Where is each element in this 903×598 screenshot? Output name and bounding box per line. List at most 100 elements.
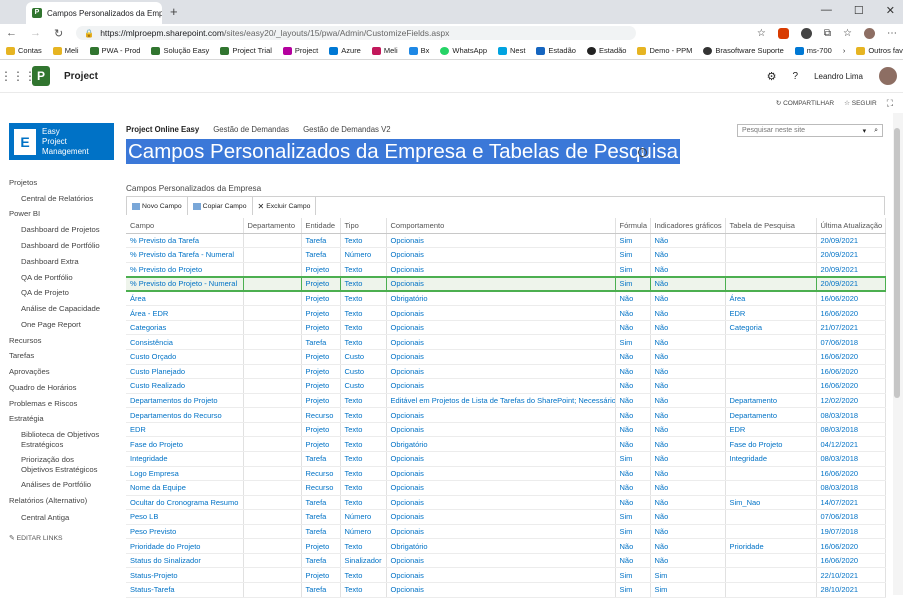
- browser-tab[interactable]: P Campos Personalizados da Empr ✕: [26, 2, 162, 24]
- bookmark-item[interactable]: PWA - Prod: [89, 46, 140, 55]
- new-tab-icon[interactable]: +: [170, 4, 178, 19]
- edit-links-button[interactable]: ✎ EDITAR LINKS: [9, 534, 63, 542]
- field-name-link[interactable]: Custo Planejado: [126, 364, 244, 380]
- field-name-link[interactable]: % Previsto da Tarefa: [126, 233, 244, 249]
- table-row[interactable]: Status-Projeto Projeto Texto Opcionais Sim Si…: [126, 567, 886, 583]
- table-row[interactable]: Status do Sinalizador Tarefa Sinalizador Op…: [126, 553, 886, 569]
- favorite-star-icon[interactable]: ☆: [757, 28, 766, 39]
- copy-field-button[interactable]: Copiar Campo: [188, 197, 253, 215]
- table-row[interactable]: Peso LB Tarefa Número Opcionais Sim Não 07/06/…: [126, 509, 886, 525]
- field-name-link[interactable]: Status do Sinalizador: [126, 553, 244, 569]
- table-row[interactable]: Prioridade do Projeto Projeto Texto Obrigat…: [126, 538, 886, 554]
- site-search-input[interactable]: Pesquisar neste site ▾ ⌕: [737, 124, 883, 137]
- field-name-link[interactable]: Departamentos do Projeto: [126, 393, 244, 409]
- search-icon[interactable]: ⌕: [874, 127, 878, 134]
- nav-item[interactable]: Problemas e Riscos: [9, 399, 77, 408]
- field-name-link[interactable]: Consistência: [126, 334, 244, 350]
- office-extension-icon[interactable]: [777, 27, 789, 39]
- table-row[interactable]: % Previsto da Tarefa - Numeral Tarefa Núme…: [126, 247, 886, 263]
- favorites-icon[interactable]: ☆: [843, 28, 852, 39]
- table-row[interactable]: Fase do Projeto Projeto Texto Obrigatório Nã…: [126, 436, 886, 452]
- column-header[interactable]: Entidade: [301, 218, 341, 234]
- url-field[interactable]: 🔒 https://mlproepm.sharepoint.com/sites/…: [76, 26, 637, 40]
- page-scrollbar[interactable]: [893, 113, 903, 595]
- field-name-link[interactable]: Integridade: [126, 451, 244, 467]
- bookmark-item[interactable]: Nest: [498, 46, 525, 55]
- topnav-item-gestao-demandas-v2[interactable]: Gestão de Demandas V2: [303, 125, 391, 134]
- info-icon[interactable]: i: [638, 148, 647, 157]
- share-button[interactable]: ↻ COMPARTILHAR: [776, 99, 834, 107]
- app-launcher-icon[interactable]: ⋮⋮⋮: [0, 69, 36, 83]
- field-name-link[interactable]: Logo Empresa: [126, 466, 244, 482]
- field-name-link[interactable]: Categorias: [126, 320, 244, 336]
- nav-item[interactable]: Recursos: [9, 336, 41, 345]
- nav-item[interactable]: Projetos: [9, 178, 37, 187]
- nav-item[interactable]: Central de Relatórios: [21, 194, 93, 203]
- table-row[interactable]: Custo Planejado Projeto Custo Opcionais Não N…: [126, 364, 886, 380]
- bookmark-item[interactable]: Estadão: [586, 46, 626, 55]
- project-logo-icon[interactable]: P: [32, 66, 50, 86]
- refresh-icon[interactable]: ↻: [54, 27, 63, 40]
- column-header[interactable]: Comportamento: [386, 218, 616, 234]
- nav-item[interactable]: Biblioteca de Objetivos Estratégicos: [21, 430, 99, 450]
- nav-item[interactable]: QA de Projeto: [21, 288, 69, 297]
- table-row[interactable]: Departamentos do Projeto Projeto Texto Edit…: [126, 393, 886, 409]
- table-row[interactable]: EDR Projeto Texto Opcionais Não Não EDR 08/03/2…: [126, 422, 886, 438]
- forward-icon[interactable]: →: [30, 27, 41, 39]
- table-row[interactable]: Ocultar do Cronograma Resumo Tarefa Texto O…: [126, 495, 886, 511]
- table-row[interactable]: Integridade Tarefa Texto Opcionais Sim Não Int…: [126, 451, 886, 467]
- site-logo[interactable]: E Easy Project Management: [9, 123, 114, 160]
- bookmark-item[interactable]: ms-700: [794, 46, 832, 55]
- topnav-item-project-online-easy[interactable]: Project Online Easy: [126, 125, 199, 134]
- search-scope-dropdown-icon[interactable]: ▾: [863, 127, 867, 135]
- bookmark-item[interactable]: Azure: [329, 46, 361, 55]
- bookmark-item[interactable]: Brasoftware Suporte: [703, 46, 784, 55]
- minimize-icon[interactable]: —: [821, 4, 832, 17]
- nav-item[interactable]: Análise de Capacidade: [21, 304, 100, 313]
- table-row[interactable]: % Previsto do Projeto - Numeral Projeto Te…: [126, 275, 886, 293]
- nav-item[interactable]: Dashboard de Projetos: [21, 225, 100, 234]
- nav-item[interactable]: Power BI: [9, 209, 40, 218]
- more-icon[interactable]: ⋯: [887, 28, 897, 39]
- nav-item[interactable]: Dashboard de Portfólio: [21, 241, 100, 250]
- settings-gear-icon[interactable]: ⚙: [767, 70, 777, 83]
- field-name-link[interactable]: Fase do Projeto: [126, 436, 244, 452]
- field-name-link[interactable]: Ocultar do Cronograma Resumo: [126, 495, 244, 511]
- follow-button[interactable]: ☆ SEGUIR: [844, 99, 877, 107]
- table-row[interactable]: Logo Empresa Recurso Texto Opcionais Não Não 1…: [126, 466, 886, 482]
- nav-item[interactable]: One Page Report: [21, 320, 81, 329]
- table-row[interactable]: Custo Realizado Projeto Custo Opcionais Não N…: [126, 378, 886, 394]
- table-row[interactable]: Peso Previsto Tarefa Número Opcionais Sim Não…: [126, 524, 886, 540]
- nav-item[interactable]: Priorização dos Objetivos Estratégicos: [21, 455, 97, 475]
- topnav-item-gestao-demandas[interactable]: Gestão de Demandas: [213, 125, 289, 134]
- bookmark-item[interactable]: Bx: [408, 46, 429, 55]
- nav-item[interactable]: Quadro de Horários: [9, 383, 77, 392]
- field-name-link[interactable]: Departamentos do Recurso: [126, 407, 244, 423]
- avatar[interactable]: [879, 67, 897, 85]
- maximize-icon[interactable]: ☐: [854, 4, 864, 17]
- delete-field-button[interactable]: ✕ Excluir Campo: [253, 197, 317, 215]
- close-window-icon[interactable]: ✕: [886, 4, 895, 17]
- user-name[interactable]: Leandro Lima: [814, 72, 863, 81]
- column-header[interactable]: Indicadores gráficos: [650, 218, 726, 234]
- collections-icon[interactable]: ⧉: [824, 28, 831, 39]
- column-header[interactable]: Última Atualização: [816, 218, 886, 234]
- table-row[interactable]: Área - EDR Projeto Texto Opcionais Não Não EDR…: [126, 305, 886, 321]
- nav-item[interactable]: Tarefas: [9, 351, 34, 360]
- nav-item[interactable]: Análises de Portfólio: [21, 480, 91, 489]
- bookmark-item[interactable]: Project: [282, 46, 318, 55]
- bookmark-item[interactable]: Demo - PPM: [637, 46, 692, 55]
- nav-item[interactable]: Estratégia: [9, 414, 44, 423]
- table-row[interactable]: Área Projeto Texto Obrigatório Não Não Área 16/…: [126, 291, 886, 307]
- field-name-link[interactable]: EDR: [126, 422, 244, 438]
- column-header[interactable]: Fórmula: [615, 218, 651, 234]
- nav-item[interactable]: Relatórios (Alternativo): [9, 496, 87, 505]
- table-row[interactable]: % Previsto da Tarefa Tarefa Texto Opcionais…: [126, 233, 886, 249]
- extension-icon[interactable]: [800, 27, 812, 39]
- bookmark-item[interactable]: Meli: [52, 46, 79, 55]
- table-row[interactable]: Categorias Projeto Texto Opcionais Não Não Cat…: [126, 320, 886, 336]
- column-header[interactable]: Tipo: [340, 218, 387, 234]
- field-name-link[interactable]: % Previsto do Projeto - Numeral: [126, 275, 244, 293]
- field-name-link[interactable]: Peso Previsto: [126, 524, 244, 540]
- field-name-link[interactable]: % Previsto da Tarefa - Numeral: [126, 247, 244, 263]
